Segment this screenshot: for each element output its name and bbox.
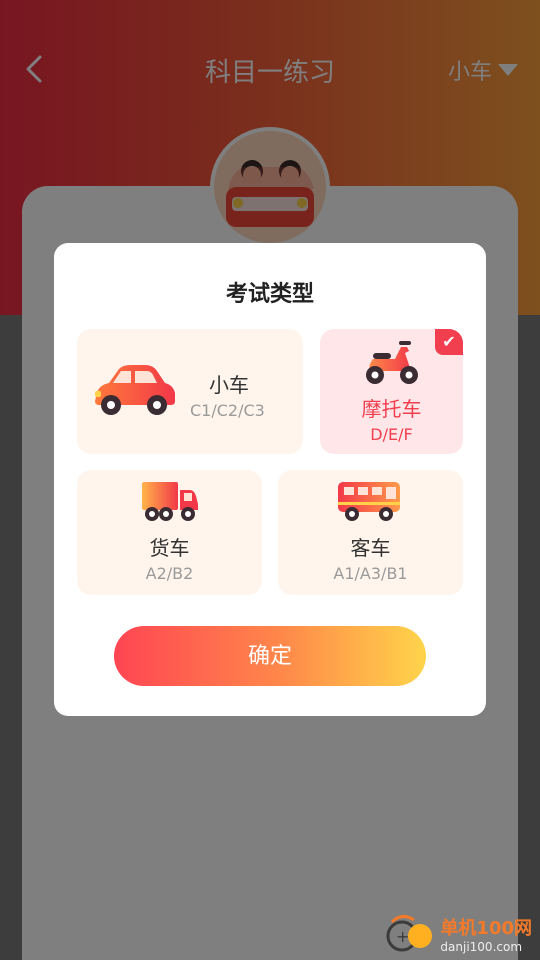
watermark-name: 单机100网 — [440, 918, 532, 939]
dialog-title: 考试类型 — [225, 282, 314, 307]
option-car[interactable]: 小车 C1/C2/C3 — [77, 329, 303, 454]
watermark-logo-icon: + — [386, 914, 434, 954]
option-truck[interactable]: 货车 A2/B2 — [77, 470, 262, 595]
bus-icon — [336, 478, 404, 528]
truck-icon — [140, 478, 200, 528]
option-truck-codes: A2/B2 — [145, 564, 194, 583]
confirm-button[interactable]: 确定 — [114, 626, 426, 686]
watermark-url: danji100.com — [440, 940, 523, 954]
option-car-label: 小车 — [209, 373, 249, 397]
checkmark-icon: ✔ — [435, 329, 463, 355]
motorcycle-icon — [361, 337, 421, 391]
svg-text:+: + — [396, 927, 409, 946]
option-motorcycle-label: 摩托车 — [361, 397, 422, 421]
option-car-codes: C1/C2/C3 — [190, 401, 265, 420]
option-bus-codes: A1/A3/B1 — [333, 564, 408, 583]
option-bus-label: 客车 — [350, 536, 391, 560]
car-icon — [91, 363, 177, 421]
option-motorcycle-codes: D/E/F — [370, 425, 413, 444]
option-motorcycle[interactable]: 摩托车 D/E/F ✔ — [320, 329, 463, 454]
watermark: + 单机100网 danji100.com — [386, 914, 532, 954]
option-bus[interactable]: 客车 A1/A3/B1 — [278, 470, 463, 595]
exam-type-dialog: 考试类型 小车 C1/C2/C3 摩托车 D/E/F ✔ 货车 A2/B2 客车… — [54, 243, 486, 716]
option-truck-label: 货车 — [149, 536, 190, 560]
